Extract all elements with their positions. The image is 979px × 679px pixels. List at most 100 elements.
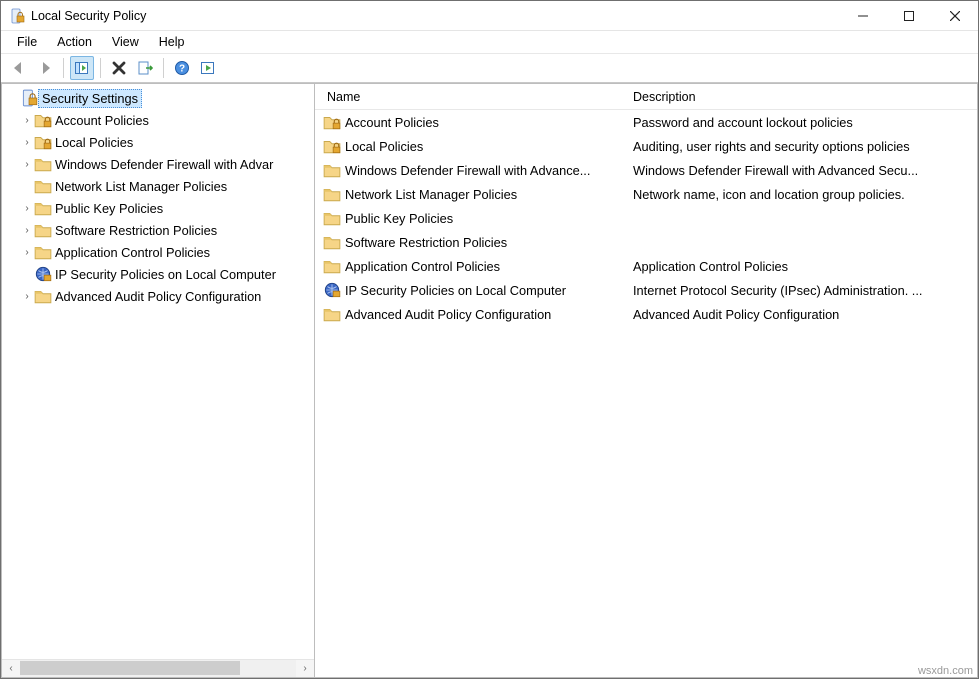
- list-item-name: Local Policies: [341, 139, 627, 154]
- show-hide-tree-button[interactable]: [70, 56, 94, 80]
- folder-lock-icon: [323, 138, 341, 154]
- scroll-right-arrow[interactable]: ›: [296, 660, 314, 678]
- list-item-advanced-audit[interactable]: Advanced Audit Policy Configuration Adva…: [315, 302, 977, 326]
- chevron-right-icon[interactable]: ›: [20, 225, 34, 236]
- list-item-name: Software Restriction Policies: [341, 235, 627, 250]
- tree-item-label: Application Control Policies: [52, 244, 213, 261]
- tree-item-public-key[interactable]: › Public Key Policies: [2, 197, 314, 219]
- list-item-account-policies[interactable]: Account Policies Password and account lo…: [315, 110, 977, 134]
- toolbar-separator: [163, 58, 164, 78]
- tree-item-label: Account Policies: [52, 112, 152, 129]
- content-area: Security Settings › Account Policies › L…: [1, 83, 978, 678]
- scroll-track[interactable]: [20, 660, 296, 678]
- chevron-right-icon[interactable]: ›: [20, 291, 34, 302]
- folder-icon: [323, 210, 341, 226]
- tree-item-account-policies[interactable]: › Account Policies: [2, 109, 314, 131]
- tree-item-label: Advanced Audit Policy Configuration: [52, 288, 264, 305]
- tree-item-network-list[interactable]: › Network List Manager Policies: [2, 175, 314, 197]
- minimize-button[interactable]: [840, 1, 886, 31]
- list-item-name: Public Key Policies: [341, 211, 627, 226]
- app-icon: [9, 8, 25, 24]
- chevron-right-icon[interactable]: ›: [20, 115, 34, 126]
- forward-button[interactable]: [33, 56, 57, 80]
- list-item-description: Internet Protocol Security (IPsec) Admin…: [627, 283, 977, 298]
- tree-item-label: IP Security Policies on Local Computer: [52, 266, 279, 283]
- folder-icon: [323, 258, 341, 274]
- list-item-name: Application Control Policies: [341, 259, 627, 274]
- list-body: Account Policies Password and account lo…: [315, 110, 977, 677]
- list-item-name: IP Security Policies on Local Computer: [341, 283, 627, 298]
- title-bar: Local Security Policy: [1, 1, 978, 31]
- folder-icon: [323, 306, 341, 322]
- chevron-right-icon[interactable]: ›: [20, 159, 34, 170]
- delete-button[interactable]: [107, 56, 131, 80]
- folder-icon: [323, 234, 341, 250]
- tree-horizontal-scrollbar[interactable]: ‹ ›: [2, 659, 314, 677]
- tree-item-label: Local Policies: [52, 134, 136, 151]
- chevron-right-icon[interactable]: ›: [20, 203, 34, 214]
- maximize-button[interactable]: [886, 1, 932, 31]
- list-item-public-key[interactable]: Public Key Policies: [315, 206, 977, 230]
- toolbar-separator: [63, 58, 64, 78]
- tree-pane: Security Settings › Account Policies › L…: [1, 83, 315, 678]
- back-button[interactable]: [7, 56, 31, 80]
- tree-item-application-control[interactable]: › Application Control Policies: [2, 241, 314, 263]
- column-header-name[interactable]: Name: [315, 90, 627, 104]
- list-item-description: Password and account lockout policies: [627, 115, 977, 130]
- tree-item-label: Public Key Policies: [52, 200, 166, 217]
- chevron-right-icon[interactable]: ›: [20, 137, 34, 148]
- tree-root-label: Security Settings: [38, 89, 142, 108]
- refresh-button[interactable]: [196, 56, 220, 80]
- menu-view[interactable]: View: [102, 33, 149, 51]
- folder-icon: [34, 178, 52, 194]
- svg-text:?: ?: [179, 64, 185, 75]
- tree-item-label: Windows Defender Firewall with Advar: [52, 156, 276, 173]
- list-item-name: Network List Manager Policies: [341, 187, 627, 202]
- list-pane: Name Description Account Policies Passwo…: [315, 83, 978, 678]
- app-window: Local Security Policy File Action View H…: [0, 0, 979, 679]
- list-item-name: Windows Defender Firewall with Advance..…: [341, 163, 627, 178]
- folder-lock-icon: [323, 114, 341, 130]
- tree-item-ip-security[interactable]: › IP Security Policies on Local Computer: [2, 263, 314, 285]
- scroll-left-arrow[interactable]: ‹: [2, 660, 20, 678]
- list-item-network-list[interactable]: Network List Manager Policies Network na…: [315, 182, 977, 206]
- menu-action[interactable]: Action: [47, 33, 102, 51]
- folder-icon: [34, 222, 52, 238]
- list-item-local-policies[interactable]: Local Policies Auditing, user rights and…: [315, 134, 977, 158]
- security-settings-icon: [20, 90, 38, 106]
- help-button[interactable]: ?: [170, 56, 194, 80]
- folder-icon: [34, 244, 52, 260]
- tree-item-software-restriction[interactable]: › Software Restriction Policies: [2, 219, 314, 241]
- list-item-ip-security[interactable]: IP Security Policies on Local Computer I…: [315, 278, 977, 302]
- tree-item-label: Network List Manager Policies: [52, 178, 230, 195]
- export-list-button[interactable]: [133, 56, 157, 80]
- folder-lock-icon: [34, 134, 52, 150]
- scroll-thumb[interactable]: [20, 661, 240, 675]
- close-button[interactable]: [932, 1, 978, 31]
- tree-item-windows-firewall[interactable]: › Windows Defender Firewall with Advar: [2, 153, 314, 175]
- menu-file[interactable]: File: [7, 33, 47, 51]
- chevron-right-icon[interactable]: ›: [20, 247, 34, 258]
- toolbar: ?: [1, 53, 978, 83]
- menu-help[interactable]: Help: [149, 33, 195, 51]
- folder-lock-icon: [34, 112, 52, 128]
- list-item-description: Auditing, user rights and security optio…: [627, 139, 977, 154]
- window-title: Local Security Policy: [31, 9, 146, 23]
- tree-item-local-policies[interactable]: › Local Policies: [2, 131, 314, 153]
- list-item-windows-firewall[interactable]: Windows Defender Firewall with Advance..…: [315, 158, 977, 182]
- list-item-description: Network name, icon and location group po…: [627, 187, 977, 202]
- folder-icon: [34, 200, 52, 216]
- tree-item-label: Software Restriction Policies: [52, 222, 220, 239]
- column-header-description[interactable]: Description: [627, 90, 977, 104]
- list-item-name: Advanced Audit Policy Configuration: [341, 307, 627, 322]
- folder-icon: [34, 156, 52, 172]
- tree-item-advanced-audit[interactable]: › Advanced Audit Policy Configuration: [2, 285, 314, 307]
- folder-icon: [34, 288, 52, 304]
- list-item-software-restriction[interactable]: Software Restriction Policies: [315, 230, 977, 254]
- list-item-name: Account Policies: [341, 115, 627, 130]
- ipsec-icon: [323, 282, 341, 298]
- watermark: wsxdn.com: [918, 665, 973, 677]
- tree-root-security-settings[interactable]: Security Settings: [2, 87, 314, 109]
- list-item-application-control[interactable]: Application Control Policies Application…: [315, 254, 977, 278]
- list-item-description: Advanced Audit Policy Configuration: [627, 307, 977, 322]
